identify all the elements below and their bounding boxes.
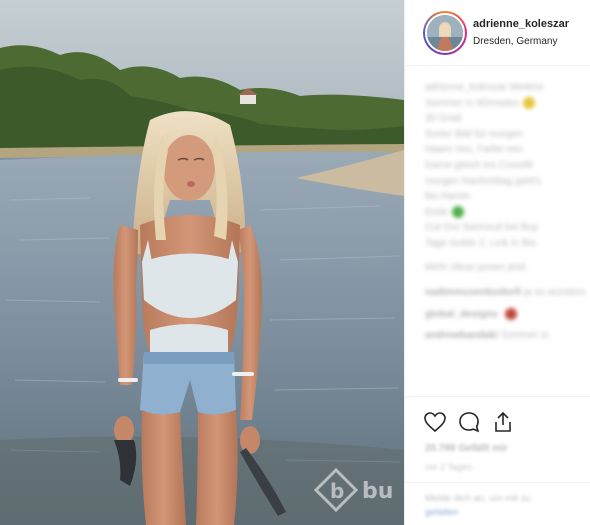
comment-text: Sommer in xyxy=(500,330,549,342)
caption-line: morgen Nachmittag geht's xyxy=(425,175,542,187)
avatar-story-ring[interactable] xyxy=(423,11,467,55)
post-location[interactable]: Dresden, Germany xyxy=(473,36,557,47)
green-emoji-icon xyxy=(452,206,465,219)
comment-item: nadimmusenbodorfi ja so wunderschön xyxy=(425,285,585,301)
caption-line: Ende xyxy=(425,205,585,221)
comment-icon[interactable] xyxy=(457,410,481,434)
post-header: adrienne_koleszar Dresden, Germany xyxy=(405,0,590,66)
caption-line: Sorter Bild für morgen xyxy=(425,128,523,140)
caption-line: 30 Grad xyxy=(425,113,462,125)
caption-line: Sommer in #Dresden xyxy=(425,96,585,112)
likes-count[interactable]: 20.788 Gefällt mir xyxy=(425,443,508,454)
post-timestamp: vor 2 Tagen xyxy=(425,462,472,472)
comment-item: global_designs xyxy=(425,307,585,323)
login-divider xyxy=(405,482,590,483)
svg-text:b: b xyxy=(330,479,344,503)
comment-item: andrewbandaki Sommer in xyxy=(425,328,585,344)
login-prompt-text: Melde dich an, um mit zu xyxy=(425,493,531,504)
comment-username[interactable]: global_designs xyxy=(425,309,498,320)
heart-icon[interactable] xyxy=(423,410,447,434)
watermark-text: bu xyxy=(362,479,393,504)
actions-divider xyxy=(405,396,590,397)
login-link[interactable]: gefallen xyxy=(425,507,458,518)
login-prompt: Melde dich an, um mit zu gefallen xyxy=(425,492,585,520)
post-caption: adrienne_koleszar Weitere Sommer in #Dre… xyxy=(425,80,585,344)
caption-line: Haare neu, Farbe neu xyxy=(425,144,523,156)
avatar[interactable] xyxy=(425,13,465,53)
comment-username[interactable]: nadimmusenbodorfi xyxy=(425,287,521,298)
heart-emoji-icon xyxy=(504,308,517,321)
comment-username[interactable]: andrewbandaki xyxy=(425,330,498,341)
share-icon[interactable] xyxy=(491,410,515,434)
comment-text: ja so wunderschön xyxy=(523,287,585,299)
caption-line: Cut Out Swimsuit bei Buy xyxy=(425,222,539,234)
sun-emoji-icon xyxy=(523,96,536,109)
caption-more-link[interactable]: Mehr Ideas posen jetzt xyxy=(425,260,585,276)
caption-line: Tage Golde 2, Link in Bio xyxy=(425,237,537,249)
photo-scene xyxy=(0,0,404,525)
caption-line: Dame gleich ins Crossfit xyxy=(425,159,533,171)
caption-line: bis Hamm xyxy=(425,191,471,203)
post-photo[interactable]: b bu xyxy=(0,0,404,525)
post-username[interactable]: adrienne_koleszar xyxy=(473,18,569,30)
comments-list: nadimmusenbodorfi ja so wunderschön glob… xyxy=(425,285,585,344)
caption-line: adrienne_koleszar Weitere xyxy=(425,82,544,93)
post-side-panel: adrienne_koleszar Dresden, Germany adrie… xyxy=(404,0,590,525)
watermark-logo: b bu xyxy=(312,462,404,518)
